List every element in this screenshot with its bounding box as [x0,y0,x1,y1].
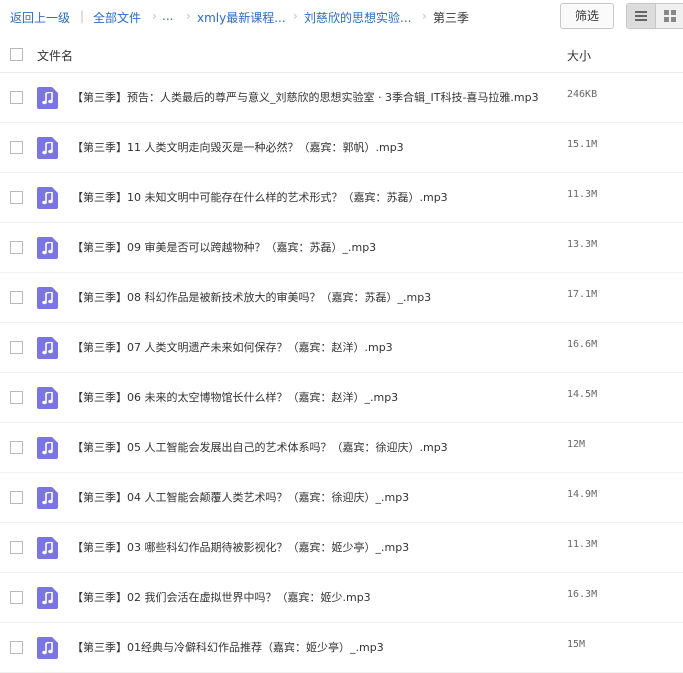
select-all-checkbox[interactable] [10,48,23,61]
file-name[interactable]: 【第三季】05 人工智能会发展出自己的艺术体系吗？（嘉宾：徐迎庆）.mp3 [72,439,552,455]
breadcrumb-folder-thought-lab[interactable]: 刘慈欣的思想实验... [304,9,411,26]
file-name[interactable]: 【第三季】09 审美是否可以跨越物种？（嘉宾：苏磊）_.mp3 [72,239,552,255]
all-files-link[interactable]: 全部文件 [93,9,141,26]
list-view-icon [635,11,647,21]
audio-file-icon [37,87,58,109]
file-checkbox[interactable] [10,141,23,154]
file-size: 14.9M [567,489,598,500]
file-size: 17.1M [567,289,598,300]
audio-file-icon [37,487,58,509]
file-size: 16.3M [567,589,598,600]
filter-button[interactable]: 筛选 [560,3,614,29]
audio-file-icon [37,387,58,409]
file-row[interactable]: 【第三季】09 审美是否可以跨越物种？（嘉宾：苏磊）_.mp3 13.3M [0,223,683,273]
file-size: 11.3M [567,539,598,550]
file-size: 16.6M [567,339,598,350]
list-view-button[interactable] [627,4,655,28]
grid-view-icon [664,10,676,22]
grid-view-button[interactable] [655,4,683,28]
file-row[interactable]: 【第三季】10 未知文明中可能存在什么样的艺术形式？（嘉宾：苏磊）.mp3 11.… [0,173,683,223]
file-size: 13.3M [567,239,598,250]
breadcrumb-arrow: › [186,9,191,23]
file-name[interactable]: 【第三季】04 人工智能会颠覆人类艺术吗？（嘉宾：徐迎庆）_.mp3 [72,489,552,505]
file-checkbox[interactable] [10,391,23,404]
file-checkbox[interactable] [10,291,23,304]
file-name[interactable]: 【第三季】06 未来的太空博物馆长什么样？（嘉宾：赵洋）_.mp3 [72,389,552,405]
file-list-header: 文件名 大小 [0,37,683,73]
file-checkbox[interactable] [10,441,23,454]
file-checkbox[interactable] [10,541,23,554]
breadcrumb-ellipsis[interactable]: ... [162,9,173,23]
audio-file-icon [37,437,58,459]
back-link[interactable]: 返回上一级 [10,9,70,26]
file-row[interactable]: 【第三季】04 人工智能会颠覆人类艺术吗？（嘉宾：徐迎庆）_.mp3 14.9M [0,473,683,523]
file-name[interactable]: 【第三季】08 科幻作品是被新技术放大的审美吗？（嘉宾：苏磊）_.mp3 [72,289,552,305]
file-name[interactable]: 【第三季】02 我们会活在虚拟世界中吗？（嘉宾：姬少.mp3 [72,589,552,605]
file-checkbox[interactable] [10,191,23,204]
file-name[interactable]: 【第三季】07 人类文明遗产未来如何保存？（嘉宾：赵洋）.mp3 [72,339,552,355]
breadcrumb-current: 第三季 [433,11,470,25]
file-checkbox[interactable] [10,491,23,504]
file-name[interactable]: 【第三季】10 未知文明中可能存在什么样的艺术形式？（嘉宾：苏磊）.mp3 [72,189,552,205]
file-name[interactable]: 【第三季】预告：人类最后的尊严与意义_刘慈欣的思想实验室 · 3季合辑_IT科技… [72,89,552,105]
file-size: 246KB [567,89,598,100]
audio-file-icon [37,137,58,159]
file-checkbox[interactable] [10,341,23,354]
file-size: 12M [567,439,586,450]
file-checkbox[interactable] [10,241,23,254]
view-toggle [626,3,683,29]
audio-file-icon [37,637,58,659]
breadcrumb-folder-course[interactable]: xmly最新课程... [197,9,286,26]
file-name[interactable]: 【第三季】11 人类文明走向毁灭是一种必然？（嘉宾：郭帆）.mp3 [72,139,552,155]
file-size: 11.3M [567,189,598,200]
file-row[interactable]: 【第三季】07 人类文明遗产未来如何保存？（嘉宾：赵洋）.mp3 16.6M [0,323,683,373]
audio-file-icon [37,237,58,259]
file-name[interactable]: 【第三季】03 哪些科幻作品期待被影视化？（嘉宾：姬少亭）_.mp3 [72,539,552,555]
file-checkbox[interactable] [10,641,23,654]
file-size: 15M [567,639,586,650]
file-checkbox[interactable] [10,591,23,604]
file-row[interactable]: 【第三季】05 人工智能会发展出自己的艺术体系吗？（嘉宾：徐迎庆）.mp3 12M [0,423,683,473]
audio-file-icon [37,187,58,209]
file-row[interactable]: 【第三季】03 哪些科幻作品期待被影视化？（嘉宾：姬少亭）_.mp3 11.3M [0,523,683,573]
breadcrumb-arrow: › [152,9,157,23]
file-row[interactable]: 【第三季】01经典与冷僻科幻作品推荐（嘉宾：姬少亭）_.mp3 15M [0,623,683,673]
breadcrumb-divider: | [80,9,85,23]
top-bar: 返回上一级 | 全部文件 › ... › xmly最新课程... › 刘慈欣的思… [0,0,683,34]
audio-file-icon [37,337,58,359]
column-header-size[interactable]: 大小 [567,47,591,64]
file-size: 14.5M [567,389,598,400]
file-row[interactable]: 【第三季】预告：人类最后的尊严与意义_刘慈欣的思想实验室 · 3季合辑_IT科技… [0,73,683,123]
file-size: 15.1M [567,139,598,150]
file-row[interactable]: 【第三季】02 我们会活在虚拟世界中吗？（嘉宾：姬少.mp3 16.3M [0,573,683,623]
file-row[interactable]: 【第三季】08 科幻作品是被新技术放大的审美吗？（嘉宾：苏磊）_.mp3 17.1… [0,273,683,323]
audio-file-icon [37,537,58,559]
file-row[interactable]: 【第三季】11 人类文明走向毁灭是一种必然？（嘉宾：郭帆）.mp3 15.1M [0,123,683,173]
column-header-name[interactable]: 文件名 [37,47,73,64]
breadcrumb-arrow: › [422,9,427,23]
file-row[interactable]: 【第三季】06 未来的太空博物馆长什么样？（嘉宾：赵洋）_.mp3 14.5M [0,373,683,423]
audio-file-icon [37,287,58,309]
audio-file-icon [37,587,58,609]
file-name[interactable]: 【第三季】01经典与冷僻科幻作品推荐（嘉宾：姬少亭）_.mp3 [72,639,552,655]
file-checkbox[interactable] [10,91,23,104]
breadcrumb-arrow: › [293,9,298,23]
